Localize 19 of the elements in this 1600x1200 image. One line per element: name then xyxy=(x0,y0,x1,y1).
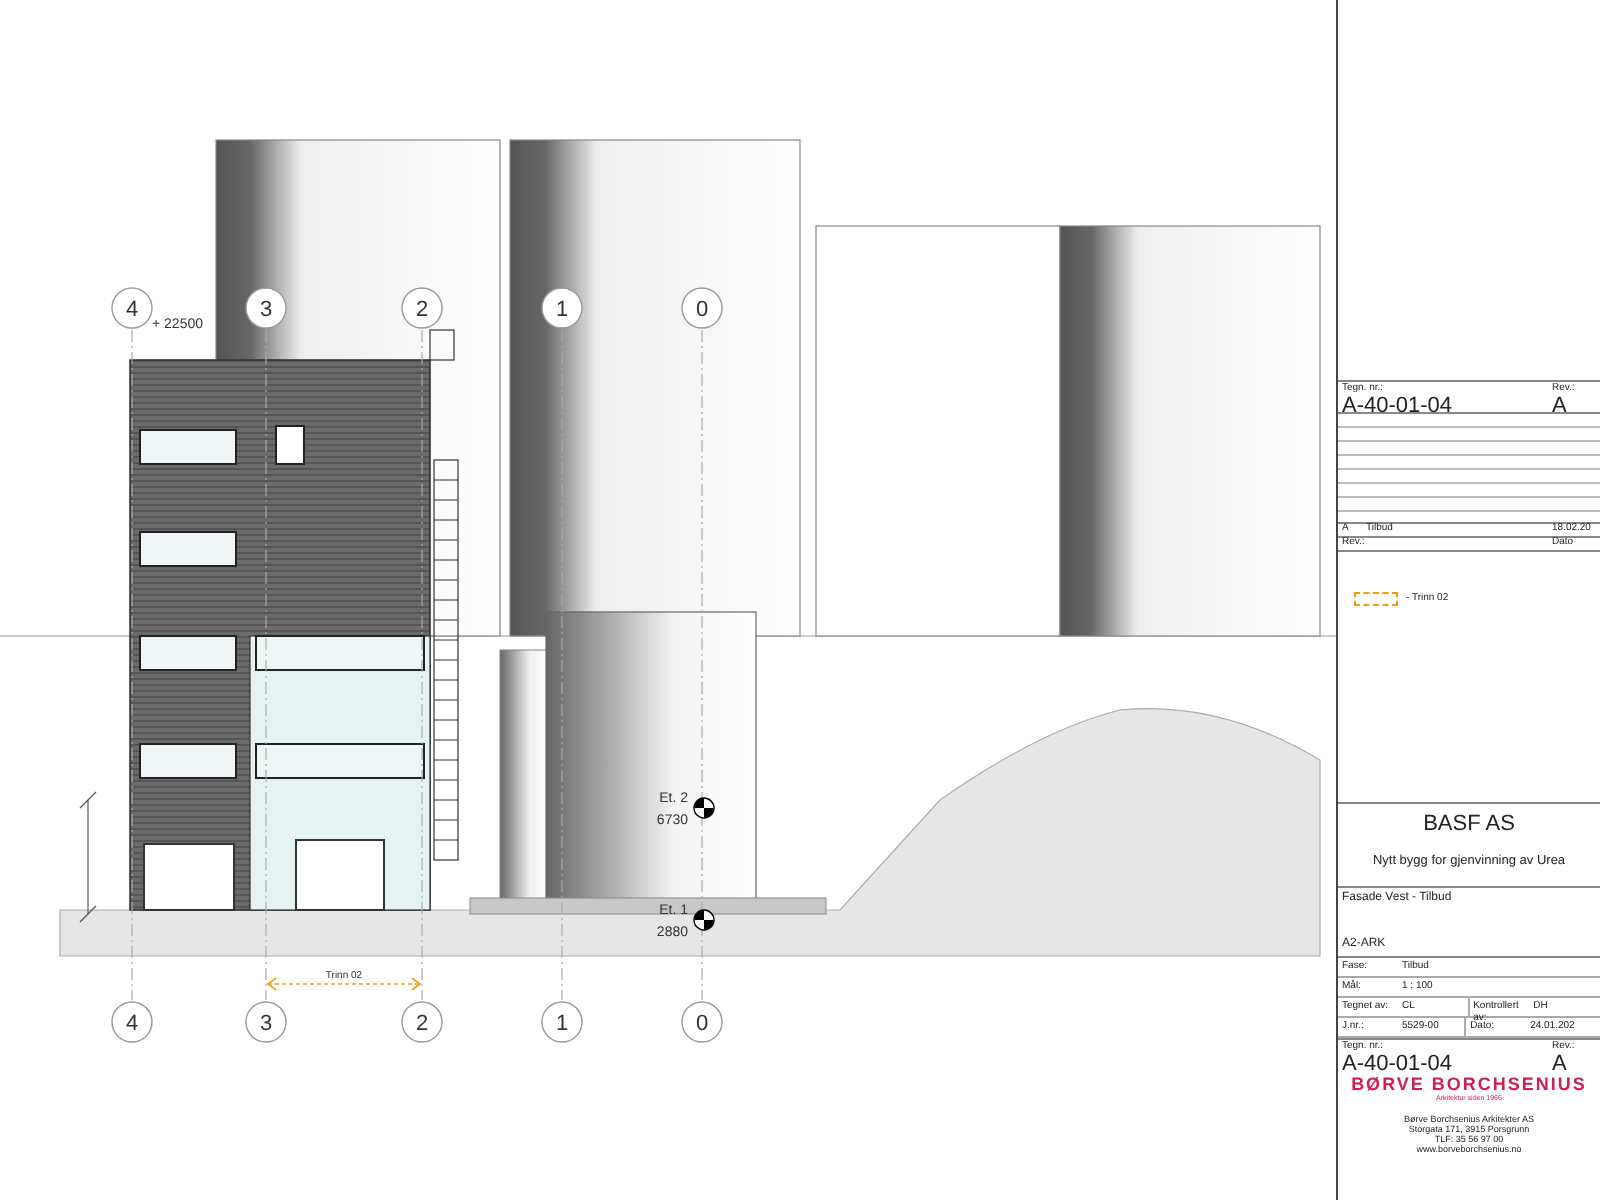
client-name: BASF AS xyxy=(1338,802,1600,850)
grid-bubble: 0 xyxy=(681,287,723,329)
revision-letter: A xyxy=(1552,1051,1567,1075)
grid-bubble: 2 xyxy=(401,1001,443,1043)
revision-letter: A xyxy=(1552,393,1567,417)
grid-bubble: 3 xyxy=(245,287,287,329)
drawing-number: A-40-01-04 xyxy=(1342,393,1453,417)
grid-bubble: 4 xyxy=(111,287,153,329)
level-marker-icon xyxy=(693,909,715,931)
grid-bubble: 0 xyxy=(681,1001,723,1043)
grid-bubble: 1 xyxy=(541,1001,583,1043)
level-marker-icon xyxy=(693,797,715,819)
company-logo: BØRVE BORCHSENIUS xyxy=(1349,1076,1589,1095)
grid-bubble: 2 xyxy=(401,287,443,329)
dimension-line xyxy=(79,791,97,923)
drawing-number: A-40-01-04 xyxy=(1342,1051,1453,1075)
grid-bubble: 1 xyxy=(541,287,583,329)
grid-bubble: 4 xyxy=(111,1001,153,1043)
grid-bubble: 3 xyxy=(245,1001,287,1043)
